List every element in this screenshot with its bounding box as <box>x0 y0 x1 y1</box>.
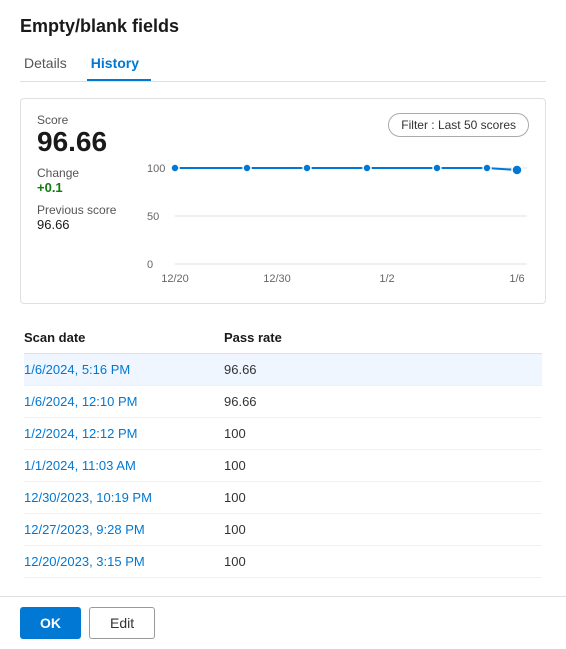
row-date[interactable]: 12/20/2023, 3:15 PM <box>24 554 224 569</box>
svg-text:12/20: 12/20 <box>161 273 189 285</box>
table-row: 1/2/2024, 12:12 PM 100 <box>24 418 542 450</box>
chart-card: Score 96.66 Change +0.1 Previous score 9… <box>20 98 546 304</box>
edit-button[interactable]: Edit <box>89 607 155 639</box>
table-row: 1/1/2024, 11:03 AM 100 <box>24 450 542 482</box>
row-pass: 100 <box>224 554 384 569</box>
change-label: Change <box>37 166 116 180</box>
table-row: 12/27/2023, 9:28 PM 100 <box>24 514 542 546</box>
svg-text:1/2: 1/2 <box>379 273 394 285</box>
prev-score-value: 96.66 <box>37 217 116 232</box>
row-date[interactable]: 1/6/2024, 12:10 PM <box>24 394 224 409</box>
score-section: Score 96.66 Change +0.1 Previous score 9… <box>37 113 116 232</box>
tab-details[interactable]: Details <box>20 49 79 81</box>
row-pass: 96.66 <box>224 362 384 377</box>
col-date-header: Scan date <box>24 330 224 345</box>
row-date[interactable]: 12/30/2023, 10:19 PM <box>24 490 224 505</box>
table-row: 12/30/2023, 10:19 PM 100 <box>24 482 542 514</box>
row-pass: 96.66 <box>224 394 384 409</box>
row-pass: 100 <box>224 490 384 505</box>
tabs: Details History <box>20 49 546 82</box>
prev-score-label: Previous score <box>37 203 116 217</box>
table-header: Scan date Pass rate <box>24 324 542 354</box>
svg-text:100: 100 <box>147 163 165 175</box>
table-row: 1/6/2024, 5:16 PM 96.66 <box>24 354 542 386</box>
col-pass-header: Pass rate <box>224 330 384 345</box>
table-row: 12/20/2023, 3:15 PM 100 <box>24 546 542 578</box>
table-row: 1/6/2024, 12:10 PM 96.66 <box>24 386 542 418</box>
filter-button[interactable]: Filter : Last 50 scores <box>388 113 529 137</box>
ok-button[interactable]: OK <box>20 607 81 639</box>
row-date[interactable]: 1/1/2024, 11:03 AM <box>24 458 224 473</box>
svg-text:12/30: 12/30 <box>263 273 291 285</box>
change-value: +0.1 <box>37 180 116 195</box>
history-table: Scan date Pass rate 1/6/2024, 5:16 PM 96… <box>20 324 546 578</box>
row-date[interactable]: 1/6/2024, 5:16 PM <box>24 362 224 377</box>
row-pass: 100 <box>224 458 384 473</box>
line-chart: 100 50 0 12/20 12/30 1/2 1/6 <box>37 240 529 293</box>
row-date[interactable]: 1/2/2024, 12:12 PM <box>24 426 224 441</box>
score-label: Score <box>37 113 116 127</box>
svg-text:1/6: 1/6 <box>509 273 524 285</box>
svg-text:0: 0 <box>147 259 153 271</box>
bottom-bar: OK Edit <box>0 596 566 649</box>
svg-text:50: 50 <box>147 211 159 223</box>
page-title: Empty/blank fields <box>20 16 546 37</box>
row-pass: 100 <box>224 522 384 537</box>
row-pass: 100 <box>224 426 384 441</box>
row-date[interactable]: 12/27/2023, 9:28 PM <box>24 522 224 537</box>
tab-history[interactable]: History <box>87 49 151 81</box>
score-value: 96.66 <box>37 127 116 158</box>
